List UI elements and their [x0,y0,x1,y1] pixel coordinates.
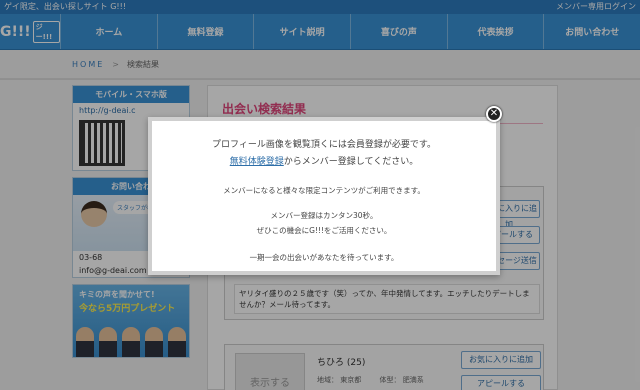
login-required-modal: プロフィール画像を観覧頂くには会員登録が必要です。 無料体験登録からメンバー登録… [148,117,500,275]
free-trial-link[interactable]: 無料体験登録 [230,157,284,167]
modal-line-2: 無料体験登録からメンバー登録してください。 [152,154,496,167]
modal-line-5: ぜひこの機会にG!!!をご活用ください。 [256,226,392,235]
modal-line-1: プロフィール画像を観覧頂くには会員登録が必要です。 [212,140,436,150]
modal-line-3: メンバーになると様々な限定コンテンツがご利用できます。 [223,186,425,195]
modal-line-6: 一期一会の出会いがあなたを待っています。 [249,253,399,262]
modal-line-4: メンバー登録はカンタン30秒。 [270,211,378,220]
modal-line-2-rest: からメンバー登録してください。 [283,157,419,167]
close-icon[interactable]: ✕ [486,106,502,122]
